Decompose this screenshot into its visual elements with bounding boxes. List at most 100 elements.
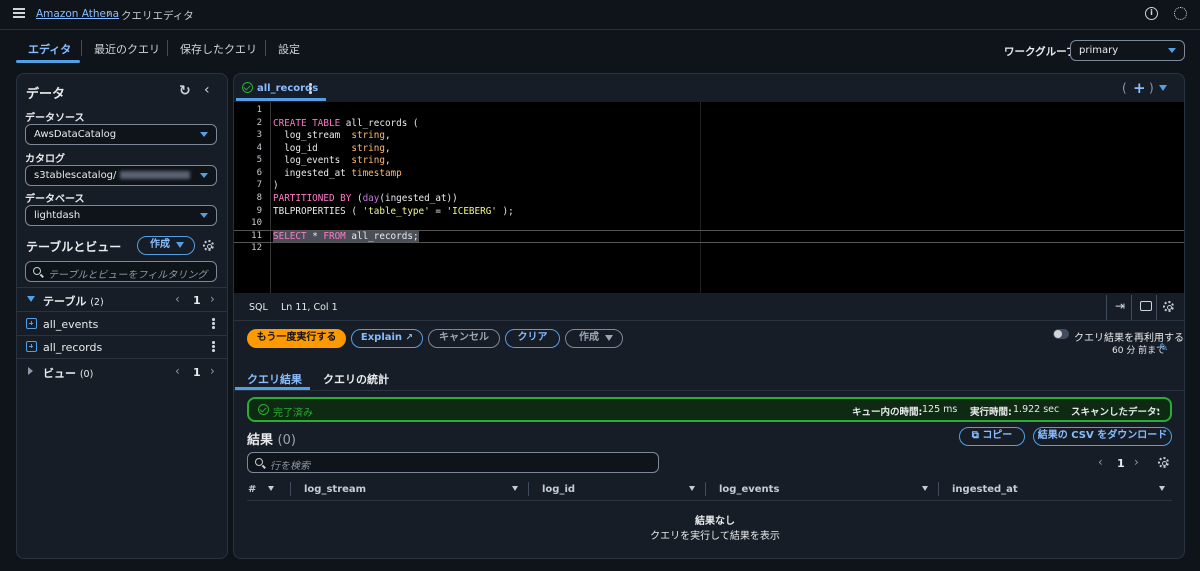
tab-query-results[interactable]: クエリ結果	[247, 371, 302, 387]
menu-icon[interactable]	[13, 8, 25, 18]
chevron-down-icon	[176, 242, 184, 248]
catalog-select[interactable]: s3tablescatalog/	[25, 165, 217, 186]
database-select[interactable]: lightdash	[25, 205, 217, 226]
table-settings-icon[interactable]	[1158, 457, 1169, 468]
keyboard-icon[interactable]	[1140, 301, 1152, 311]
views-page-number[interactable]: 1	[193, 366, 201, 379]
chevron-down-icon	[200, 173, 208, 178]
code-line: log_events string,	[273, 155, 391, 166]
chevron-right-icon: ›	[107, 7, 112, 20]
column-header-ingested-at[interactable]: ingested_at	[952, 484, 1018, 495]
column-resizer[interactable]	[528, 482, 529, 496]
search-icon	[33, 267, 41, 275]
next-page-icon[interactable]: ›	[1134, 455, 1139, 469]
chevron-down-icon	[1168, 48, 1176, 53]
sql-editor[interactable]: 1 2 3 4 5 6 7 8 9 10 11 12 CREATE TABLE …	[234, 102, 1184, 293]
code-line: log_id string,	[273, 143, 391, 154]
column-resizer[interactable]	[705, 482, 706, 496]
refresh-icon[interactable]: ↻	[179, 83, 191, 99]
sort-icon[interactable]	[922, 486, 928, 491]
line-number: 3	[256, 130, 262, 140]
tab-editor[interactable]: エディタ	[28, 41, 71, 57]
next-page-icon[interactable]: ›	[210, 292, 215, 306]
expand-table-icon[interactable]	[26, 318, 37, 329]
divider	[234, 390, 1184, 391]
prev-page-icon[interactable]: ‹	[1098, 455, 1103, 469]
views-section-label: ビュー (0)	[43, 365, 93, 381]
tab-menu-icon[interactable]	[1159, 85, 1167, 91]
divider	[247, 500, 1172, 501]
settings-icon[interactable]	[203, 240, 214, 251]
tab-recent-queries[interactable]: 最近のクエリ	[94, 41, 160, 57]
collapse-icon[interactable]: ‹	[204, 82, 210, 98]
tab-saved-queries[interactable]: 保存したクエリ	[180, 41, 257, 57]
exec-time-value: 1.922 sec	[1013, 404, 1060, 415]
external-link-icon: ↗	[405, 333, 414, 343]
column-header-log-stream[interactable]: log_stream	[304, 484, 366, 495]
column-header-log-id[interactable]: log_id	[542, 484, 575, 495]
top-bar: Amazon Athena › クエリエディタ i	[0, 0, 1200, 30]
tables-views-title: テーブルとビュー	[26, 240, 122, 254]
clear-button[interactable]: クリア	[505, 329, 560, 348]
line-number: 8	[256, 193, 262, 203]
copy-button[interactable]: ⧉ コピー	[959, 427, 1025, 446]
results-page-number[interactable]: 1	[1117, 457, 1125, 470]
code-line: TBLPROPERTIES ( 'table_type' = 'ICEBERG'…	[273, 206, 514, 217]
create-button[interactable]: 作成	[565, 329, 623, 348]
row-search-input[interactable]: 行を検索	[247, 452, 659, 473]
next-page-icon[interactable]: ›	[210, 364, 215, 378]
add-tab-icon[interactable]: +	[1133, 79, 1146, 97]
sort-icon[interactable]	[1159, 486, 1165, 491]
sort-icon[interactable]	[512, 486, 518, 491]
datasource-value: AwsDataCatalog	[34, 129, 117, 140]
tab-settings[interactable]: 設定	[278, 41, 300, 57]
more-options-icon[interactable]	[212, 318, 215, 330]
settings-icon[interactable]	[1174, 7, 1187, 20]
database-value: lightdash	[34, 210, 81, 221]
explain-button[interactable]: Explain ↗	[351, 329, 423, 348]
copy-icon: ⧉	[971, 430, 979, 441]
tab-options-icon[interactable]	[309, 83, 312, 95]
column-resizer[interactable]	[290, 482, 291, 496]
tab-scroll-left-icon[interactable]: (	[1122, 81, 1127, 95]
empty-state-title: 結果なし	[695, 516, 735, 527]
datasource-select[interactable]: AwsDataCatalog	[25, 124, 217, 145]
column-header-log-events[interactable]: log_events	[719, 484, 779, 495]
expand-icon[interactable]	[28, 367, 33, 375]
tab-scroll-right-icon[interactable]: )	[1149, 81, 1154, 95]
tab-query-stats[interactable]: クエリの統計	[323, 371, 389, 387]
tables-page-number[interactable]: 1	[193, 294, 201, 307]
prev-page-icon[interactable]: ‹	[175, 364, 180, 378]
prev-page-icon[interactable]: ‹	[175, 292, 180, 306]
table-name[interactable]: all_records	[43, 341, 102, 354]
line-number: 4	[256, 143, 262, 153]
table-filter-input[interactable]: テーブルとビューをフィルタリング	[25, 261, 217, 282]
table-name[interactable]: all_events	[43, 318, 98, 331]
reuse-results-toggle[interactable]	[1053, 329, 1069, 339]
workgroup-value: primary	[1079, 45, 1119, 56]
info-icon[interactable]: i	[1145, 7, 1158, 20]
sort-icon[interactable]	[689, 486, 695, 491]
column-resizer[interactable]	[938, 482, 939, 496]
create-table-button[interactable]: 作成	[137, 236, 195, 255]
views-label: ビュー	[43, 367, 76, 380]
rerun-button[interactable]: もう一度実行する	[247, 329, 346, 348]
views-count: (0)	[79, 369, 94, 380]
editor-settings-icon[interactable]	[1163, 301, 1174, 312]
workgroup-select[interactable]: primary	[1070, 40, 1185, 61]
expand-table-icon[interactable]	[26, 341, 37, 352]
sort-icon[interactable]	[268, 486, 274, 491]
tables-section-label: テーブル (2)	[43, 293, 104, 309]
format-icon[interactable]: ⇥	[1115, 299, 1125, 313]
expand-icon[interactable]	[27, 296, 35, 302]
more-options-icon[interactable]	[212, 341, 215, 353]
line-number-gutter: 1 2 3 4 5 6 7 8 9 10 11 12	[234, 102, 271, 293]
line-number: 12	[251, 243, 262, 253]
download-csv-button[interactable]: 結果の CSV をダウンロード	[1033, 427, 1172, 446]
edit-icon[interactable]: ✎	[1159, 341, 1168, 354]
divider	[16, 287, 228, 288]
cancel-button[interactable]: キャンセル	[428, 329, 500, 348]
code-line: PARTITIONED BY (day(ingested_at))	[273, 193, 458, 204]
workgroup-label: ワークグループ	[1004, 46, 1077, 58]
